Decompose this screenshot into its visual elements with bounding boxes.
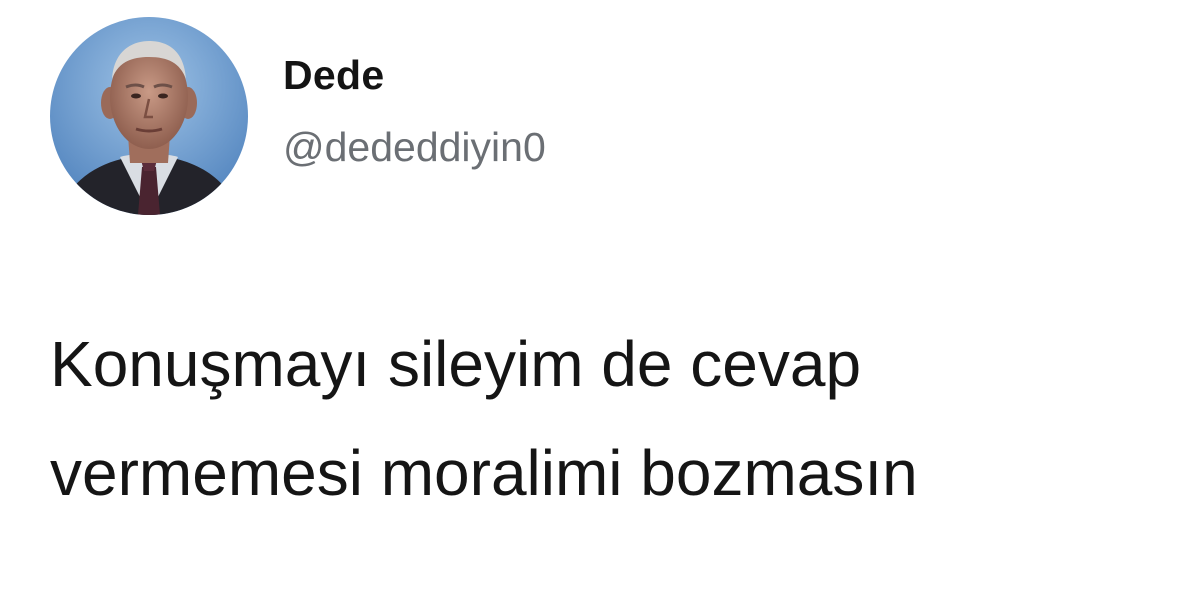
avatar[interactable] [50, 17, 248, 215]
author-handle[interactable]: @dededdiyin0 [283, 124, 546, 171]
author-display-name[interactable]: Dede [283, 52, 384, 99]
tweet-text-line: vermemesi moralimi bozmasın [50, 437, 918, 509]
profile-photo-icon [50, 17, 248, 215]
tweet-card: Dede @dededdiyin0 Konuşmayı sileyim de c… [0, 0, 1178, 610]
tweet-text: Konuşmayı sileyim de cevap vermemesi mor… [50, 310, 1150, 528]
tweet-text-line: Konuşmayı sileyim de cevap [50, 328, 862, 400]
